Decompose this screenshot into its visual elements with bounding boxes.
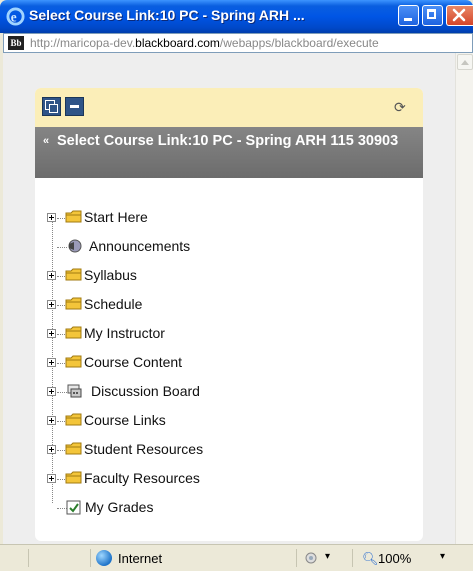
close-button[interactable] (446, 5, 473, 26)
tree-item-my-instructor[interactable]: My Instructor (35, 323, 423, 345)
status-separator (296, 549, 297, 567)
tree-item-label[interactable]: Student Resources (84, 441, 203, 457)
scroll-up-button[interactable] (457, 54, 473, 70)
tree-item-label[interactable]: Schedule (84, 296, 142, 312)
status-separator (28, 549, 29, 567)
internet-zone-icon (96, 550, 112, 566)
tree-item-label[interactable]: Course Content (84, 354, 182, 370)
tree-item-course-content[interactable]: Course Content (35, 352, 423, 374)
expand-toggle-icon[interactable] (47, 213, 56, 222)
status-separator (90, 549, 91, 567)
folder-icon (65, 297, 82, 310)
grades-icon (66, 500, 81, 515)
folder-icon (65, 326, 82, 339)
tree-item-label[interactable]: Announcements (89, 238, 190, 254)
tree-item-label[interactable]: Syllabus (84, 267, 137, 283)
panel-toolbar: ⟳ (35, 88, 423, 127)
blackboard-favicon-icon: Bb (8, 36, 24, 50)
collapse-chevron-icon[interactable]: « (43, 135, 49, 147)
url-suffix: /webapps/blackboard/execute (219, 36, 379, 50)
zoom-level[interactable]: 100% (378, 551, 411, 566)
tree-item-faculty-resources[interactable]: Faculty Resources (35, 468, 423, 490)
tree-item-start-here[interactable]: Start Here (35, 207, 423, 229)
tree-item-label[interactable]: Faculty Resources (84, 470, 200, 486)
tree-item-course-links[interactable]: Course Links (35, 410, 423, 432)
tree-item-syllabus[interactable]: Syllabus (35, 265, 423, 287)
tree-item-discussion-board[interactable]: Discussion Board (35, 381, 423, 403)
tree-item-label[interactable]: Start Here (84, 209, 148, 225)
tree-item-my-grades[interactable]: My Grades (35, 497, 423, 519)
protected-mode-dropdown-icon[interactable]: ▾ (325, 551, 330, 562)
protected-mode-icon[interactable] (304, 551, 318, 565)
address-bar[interactable]: Bb http://maricopa-dev.blackboard.com/we… (3, 33, 473, 53)
expand-toggle-icon[interactable] (47, 300, 56, 309)
tree-item-announcements[interactable]: Announcements (35, 236, 423, 258)
security-zone-label[interactable]: Internet (118, 551, 162, 566)
minimize-button[interactable] (398, 5, 419, 26)
panel-header: « Select Course Link:10 PC - Spring ARH … (35, 127, 423, 178)
expand-all-button[interactable] (42, 97, 61, 116)
folder-icon (65, 355, 82, 368)
announcement-icon (68, 239, 82, 253)
url-domain: blackboard.com (135, 36, 220, 50)
ie-icon: e (6, 7, 25, 26)
window-titlebar[interactable]: e Select Course Link:10 PC - Spring ARH … (0, 0, 473, 33)
svg-text:e: e (11, 9, 17, 24)
status-separator (352, 549, 353, 567)
tree-item-schedule[interactable]: Schedule (35, 294, 423, 316)
folder-icon (65, 471, 82, 484)
folder-icon (65, 210, 82, 223)
expand-toggle-icon[interactable] (47, 445, 56, 454)
url-text[interactable]: http://maricopa-dev.blackboard.com/webap… (30, 36, 379, 50)
folder-icon (65, 442, 82, 455)
tree-item-label[interactable]: My Grades (85, 499, 153, 515)
folder-icon (65, 268, 82, 281)
maximize-button[interactable] (422, 5, 443, 26)
tree-item-label[interactable]: My Instructor (84, 325, 165, 341)
expand-toggle-icon[interactable] (47, 416, 56, 425)
status-bar: Internet ▾ 🔍︎ 100% ▾ (0, 544, 473, 571)
refresh-icon[interactable]: ⟳ (394, 99, 406, 116)
tree-item-student-resources[interactable]: Student Resources (35, 439, 423, 461)
panel-title: Select Course Link:10 PC - Spring ARH 11… (57, 133, 399, 149)
folder-icon (65, 413, 82, 426)
expand-toggle-icon[interactable] (47, 474, 56, 483)
discussion-icon (67, 384, 82, 398)
url-prefix: http://maricopa-dev. (30, 36, 136, 50)
expand-toggle-icon[interactable] (47, 329, 56, 338)
expand-toggle-icon[interactable] (47, 271, 56, 280)
zoom-dropdown-icon[interactable]: ▾ (440, 551, 445, 562)
close-icon (452, 8, 466, 22)
zoom-icon: 🔍︎ (362, 551, 379, 566)
tree-item-label[interactable]: Course Links (84, 412, 166, 428)
window-title: Select Course Link:10 PC - Spring ARH ..… (29, 7, 305, 23)
expand-toggle-icon[interactable] (47, 387, 56, 396)
course-tree: Start Here Announcements Syllabus Schedu… (35, 178, 423, 541)
tree-item-label[interactable]: Discussion Board (91, 383, 200, 399)
collapse-all-button[interactable] (65, 97, 84, 116)
expand-toggle-icon[interactable] (47, 358, 56, 367)
course-link-panel: ⟳ « Select Course Link:10 PC - Spring AR… (35, 88, 423, 541)
vertical-scrollbar[interactable] (455, 53, 473, 566)
